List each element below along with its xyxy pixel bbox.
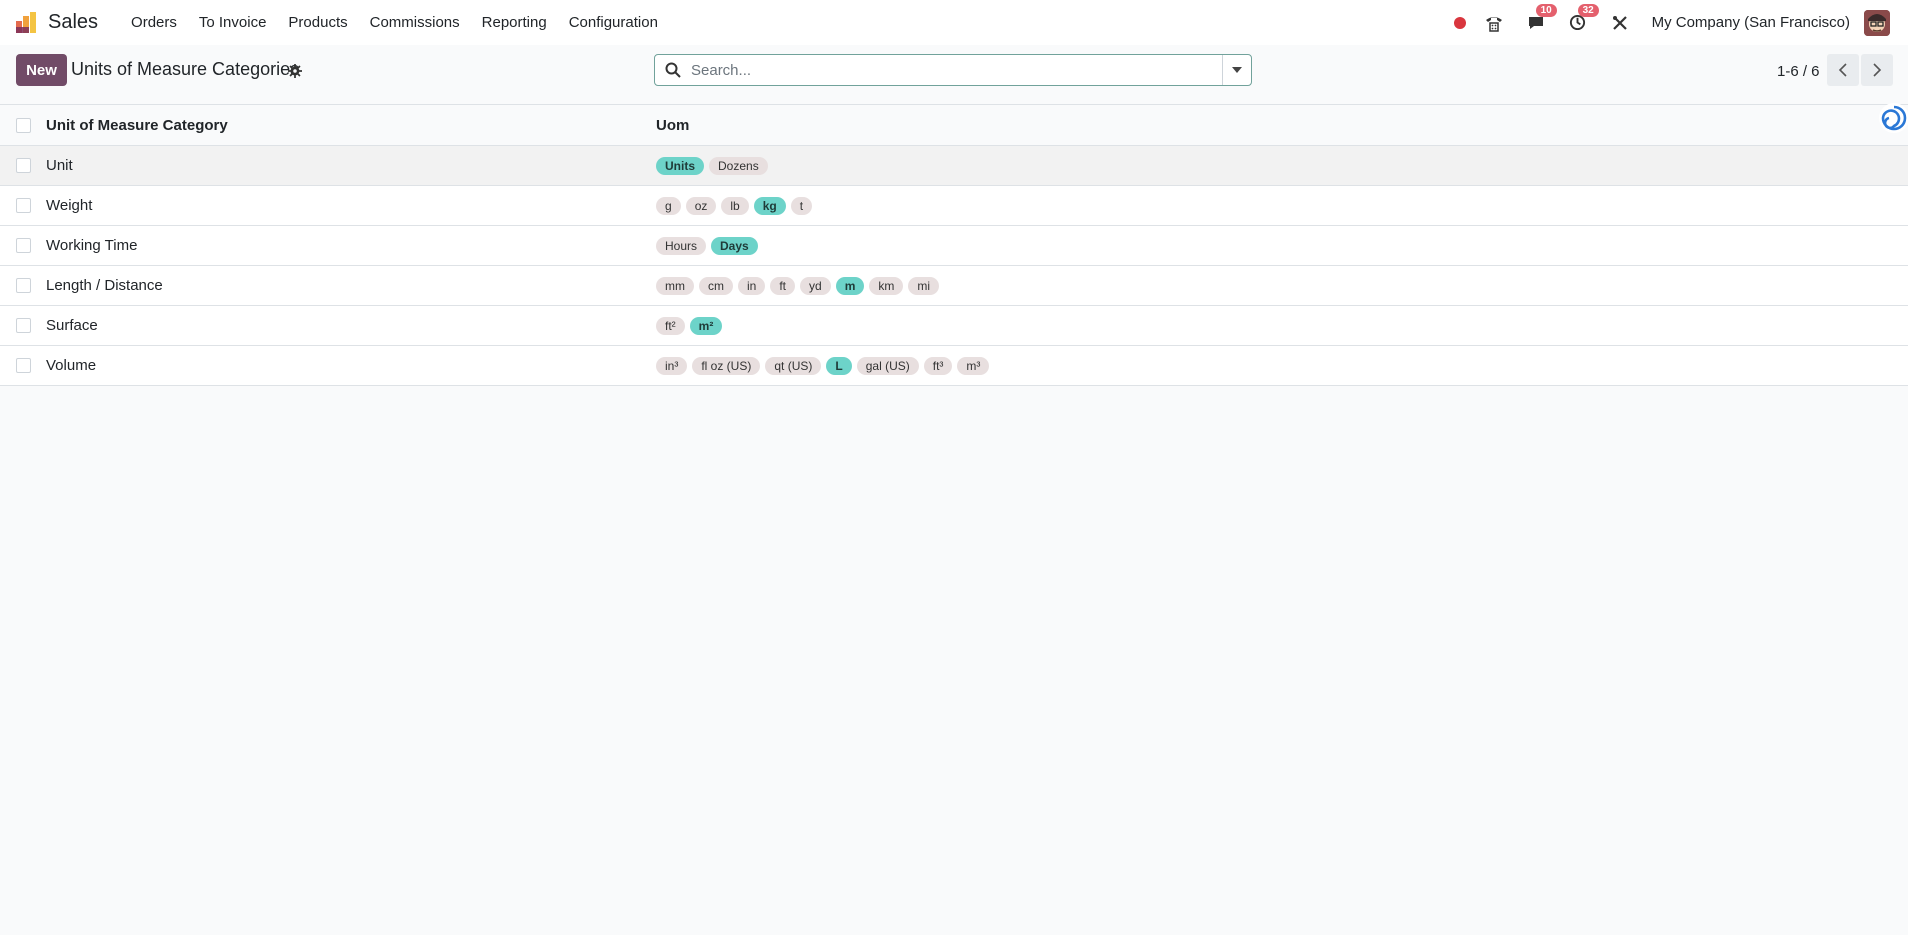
menu-reporting[interactable]: Reporting — [471, 14, 558, 31]
uom-tag: cm — [699, 276, 733, 295]
table-row[interactable]: Unit Units Dozens — [0, 146, 1908, 186]
reference-uom-tag: Units — [656, 156, 704, 175]
select-all-checkbox[interactable] — [16, 117, 31, 133]
uom-tag: m³ — [957, 356, 990, 375]
uom-tag: t — [790, 196, 813, 215]
menu-configuration[interactable]: Configuration — [558, 14, 669, 31]
list-body: Unit Units Dozens Weight g oz lb kg t Working Tim… — [0, 146, 1908, 386]
uom-tags: in³ fl oz (US) qt (US) Lgal (US) ft³ m³ — [656, 356, 990, 375]
uom-tag: oz — [685, 196, 717, 215]
uom-tag: Hours — [656, 236, 707, 255]
menu-orders[interactable]: Orders — [120, 14, 188, 31]
reference-uom-tag: L — [826, 356, 852, 375]
pager-next-button[interactable] — [1861, 54, 1893, 86]
category-name: Length / Distance — [46, 277, 163, 294]
chevron-right-icon — [1873, 63, 1882, 77]
pager-previous-button[interactable] — [1827, 54, 1859, 86]
search-bar — [654, 54, 1252, 86]
menu-commissions[interactable]: Commissions — [359, 14, 471, 31]
uom-tag: lb — [721, 196, 749, 215]
category-name: Working Time — [46, 237, 138, 254]
category-name: Unit — [46, 157, 73, 174]
uom-tag: qt (US) — [765, 356, 822, 375]
navbar-systray: 10 32 My Company (San Francisco) — [1453, 3, 1890, 36]
uom-tags: Units Dozens — [656, 156, 768, 175]
uom-tags: Hours Days — [656, 236, 758, 255]
row-checkbox[interactable] — [16, 358, 31, 373]
table-row[interactable]: Surface ft² m² — [0, 306, 1908, 346]
uom-tags: mm cm in ft yd m km mi — [656, 276, 940, 295]
table-row[interactable]: Length / Distance mm cm in ft yd m km mi — [0, 266, 1908, 306]
messages-count-badge: 10 — [1535, 3, 1557, 17]
messages-icon[interactable]: 10 — [1526, 3, 1557, 33]
search-icon — [665, 62, 681, 78]
chevron-left-icon — [1838, 63, 1847, 77]
row-checkbox[interactable] — [16, 198, 31, 213]
page-title: Units of Measure Categories — [71, 59, 300, 79]
list-header: Unit of Measure Category Uom — [0, 105, 1908, 146]
header-category[interactable]: Unit of Measure Category — [46, 117, 656, 134]
uom-tag: gal (US) — [856, 356, 919, 375]
uom-category-list: Unit of Measure Category Uom Unit Units Do… — [0, 105, 1908, 386]
row-checkbox[interactable] — [16, 318, 31, 333]
uom-tag: in — [738, 276, 766, 295]
uom-tag: ft — [770, 276, 796, 295]
header-uom[interactable]: Uom — [656, 117, 689, 134]
user-avatar[interactable] — [1864, 9, 1890, 36]
menu-to-invoice[interactable]: To Invoice — [188, 14, 278, 31]
top-navbar: Sales Orders To Invoice Products Commiss… — [0, 0, 1908, 45]
table-row[interactable]: Volume in³ fl oz (US) qt (US) Lgal (US) ft³ m³ — [0, 346, 1908, 386]
app-name[interactable]: Sales — [48, 11, 98, 34]
caret-down-icon — [1232, 67, 1242, 73]
uom-tag: ft³ — [923, 356, 953, 375]
reference-uom-tag: m — [835, 276, 865, 295]
pager-value[interactable]: 1-6 / 6 — [1777, 63, 1820, 80]
uom-tag: km — [869, 276, 904, 295]
uom-tag: in³ — [656, 356, 688, 375]
uom-tag: mm — [656, 276, 694, 295]
phone-icon[interactable] — [1484, 13, 1504, 33]
company-switcher[interactable]: My Company (San Francisco) — [1652, 14, 1850, 31]
new-button[interactable]: New — [16, 54, 67, 86]
recording-dot-icon[interactable] — [1453, 16, 1466, 29]
search-input[interactable] — [689, 55, 1222, 85]
menu-products[interactable]: Products — [277, 14, 358, 31]
reference-uom-tag: m² — [689, 316, 723, 335]
debug-tools-icon[interactable] — [1610, 13, 1630, 33]
sales-app-icon[interactable] — [14, 11, 38, 35]
uom-tag: ft² — [656, 316, 685, 335]
uom-tag: Dozens — [709, 156, 768, 175]
main-menu: Orders To Invoice Products Commissions R… — [120, 14, 669, 31]
uom-tag: fl oz (US) — [692, 356, 761, 375]
uom-tag: mi — [908, 276, 940, 295]
table-row[interactable]: Working Time Hours Days — [0, 226, 1908, 266]
category-name: Volume — [46, 357, 97, 374]
activities-count-badge: 32 — [1577, 3, 1599, 17]
uom-tags: g oz lb kg t — [656, 196, 813, 215]
row-checkbox[interactable] — [16, 238, 31, 253]
category-name: Weight — [46, 197, 93, 214]
reference-uom-tag: kg — [753, 196, 786, 215]
uom-tag: yd — [800, 276, 831, 295]
search-options-toggle[interactable] — [1222, 55, 1251, 85]
row-checkbox[interactable] — [16, 278, 31, 293]
activities-clock-icon[interactable]: 32 — [1568, 3, 1599, 33]
gear-icon[interactable] — [288, 64, 302, 78]
reference-uom-tag: Days — [711, 236, 758, 255]
row-checkbox[interactable] — [16, 158, 31, 173]
control-panel: New Units of Measure Categories 1-6 / 6 — [0, 45, 1908, 105]
category-name: Surface — [46, 317, 98, 334]
uom-tags: ft² m² — [656, 316, 723, 335]
ai-assistant-icon[interactable] — [1874, 101, 1908, 135]
uom-tag: g — [656, 196, 681, 215]
table-row[interactable]: Weight g oz lb kg t — [0, 186, 1908, 226]
